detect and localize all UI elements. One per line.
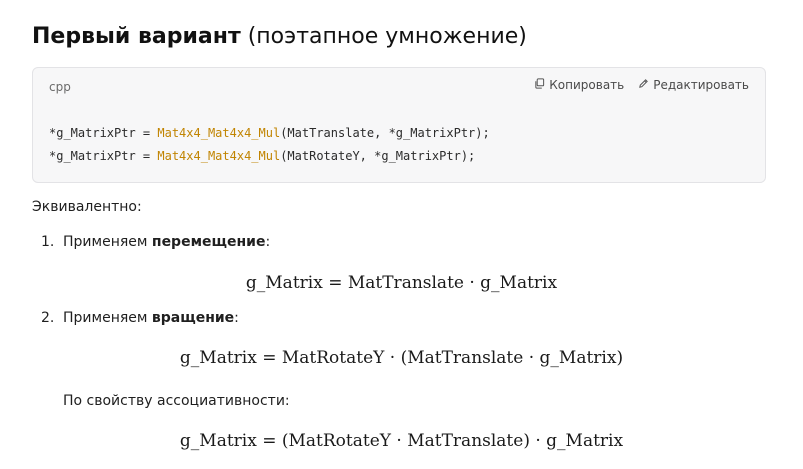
heading-normal: (поэтапное умножение) <box>247 24 527 49</box>
formula-translate: g_Matrix = MatTranslate · g_Matrix <box>245 273 558 293</box>
list-number: 2. <box>41 310 55 326</box>
pencil-icon <box>638 78 649 92</box>
code-line: *g_MatrixPtr = Mat4x4_Mat4x4_Mul(MatTran… <box>49 122 490 145</box>
step-keyword: вращение <box>151 310 235 326</box>
equivalent-text: Эквивалентно: <box>32 199 142 215</box>
code-text: (MatRotateY, *g_MatrixPtr); <box>280 149 476 163</box>
step-text: Применяем <box>63 310 152 326</box>
copy-label: Копировать <box>549 78 625 92</box>
step-text: Применяем <box>63 234 152 250</box>
list-item-step1: 1. Применяем перемещение: <box>41 234 270 250</box>
formula-associative: g_Matrix = (MatRotateY · MatTranslate) ·… <box>179 431 624 451</box>
code-text: *g_MatrixPtr = <box>49 126 158 140</box>
code-text: (MatTranslate, *g_MatrixPtr); <box>280 126 490 140</box>
code-block: cpp Копировать Редактировать *g_MatrixPt… <box>32 67 766 183</box>
copy-icon <box>534 78 545 92</box>
code-content: *g_MatrixPtr = Mat4x4_Mat4x4_Mul(MatTran… <box>49 122 490 168</box>
step-colon: : <box>265 234 271 250</box>
code-actions: Копировать Редактировать <box>534 78 749 92</box>
step-keyword: перемещение <box>151 234 266 250</box>
chat-response: Первый вариант (поэтапное умножение) cpp… <box>0 0 803 469</box>
edit-button[interactable]: Редактировать <box>638 78 749 92</box>
code-language-label: cpp <box>49 80 71 94</box>
step-colon: : <box>234 310 239 326</box>
code-function: Mat4x4_Mat4x4_Mul <box>157 149 281 163</box>
copy-button[interactable]: Копировать <box>534 78 624 92</box>
code-line: *g_MatrixPtr = Mat4x4_Mat4x4_Mul(MatRota… <box>49 145 490 168</box>
formula-rotate: g_Matrix = MatRotateY · (MatTranslate · … <box>179 348 624 368</box>
code-function: Mat4x4_Mat4x4_Mul <box>157 126 281 140</box>
heading-bold: Первый вариант <box>32 24 241 49</box>
section-heading: Первый вариант (поэтапное умножение) <box>32 22 527 52</box>
associativity-text: По свойству ассоциативности: <box>63 393 290 409</box>
list-number: 1. <box>41 234 55 250</box>
code-text: *g_MatrixPtr = <box>49 149 158 163</box>
edit-label: Редактировать <box>653 78 749 92</box>
list-item-step2: 2. Применяем вращение: <box>41 310 239 326</box>
